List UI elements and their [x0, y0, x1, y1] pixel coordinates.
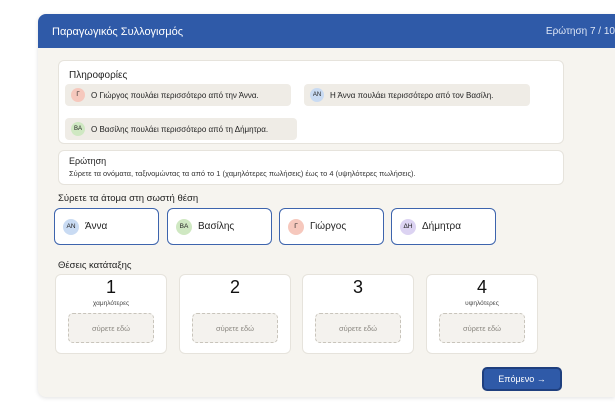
question-text: Σύρετε τα ονόματα, ταξινομώντας τα από τ…: [69, 169, 416, 178]
avatar: Γ: [71, 88, 85, 102]
person-name: Άννα: [85, 221, 108, 232]
info-heading: Πληροφορίες: [69, 70, 128, 81]
fact-text: Η Άννα πουλάει περισσότερο από τον Βασίλ…: [330, 90, 494, 100]
person-chip-giorgos[interactable]: Γ Γιώργος: [279, 208, 384, 245]
avatar: ΑΝ: [63, 218, 79, 235]
info-panel: Πληροφορίες Γ Ο Γιώργος πουλάει περισσότ…: [58, 60, 564, 144]
drop-zone[interactable]: σύρετε εδώ: [315, 313, 401, 343]
person-name: Γιώργος: [310, 221, 347, 232]
rank-slot-4: 4 υψηλότερες σύρετε εδώ: [426, 274, 538, 354]
avatar: ΒΑ: [71, 122, 85, 136]
quiz-card: Παραγωγικός Συλλογισμός Ερώτηση 7 / 10 Π…: [38, 14, 615, 397]
avatar: ΑΝ: [310, 88, 324, 102]
question-title: Ερώτηση: [69, 156, 107, 166]
person-chip-dimitra[interactable]: ΔΗ Δήμητρα: [391, 208, 496, 245]
avatar: ΔΗ: [400, 218, 416, 235]
avatar: ΒΑ: [176, 218, 192, 235]
header-bar: Παραγωγικός Συλλογισμός Ερώτηση 7 / 10: [38, 14, 615, 48]
question-progress: Ερώτηση 7 / 10: [545, 26, 615, 37]
fact-text: Ο Βασίλης πουλάει περισσότερο από τη Δήμ…: [91, 124, 269, 134]
next-button[interactable]: Επόμενο →: [482, 367, 562, 391]
rank-slot-2: 2 σύρετε εδώ: [179, 274, 291, 354]
rank-number: 4: [476, 277, 487, 297]
fact-text: Ο Γιώργος πουλάει περισσότερο από την Άν…: [91, 90, 259, 100]
ranking-title: Θέσεις κατάταξης: [58, 260, 132, 271]
avatar: Γ: [288, 218, 304, 235]
person-chip-vasilis[interactable]: ΒΑ Βασίλης: [167, 208, 272, 245]
rank-subtitle: χαμηλότερες: [92, 300, 130, 307]
drop-zone[interactable]: σύρετε εδώ: [192, 313, 278, 343]
rank-slot-1: 1 χαμηλότερες σύρετε εδώ: [55, 274, 167, 354]
fact-item: ΑΝ Η Άννα πουλάει περισσότερο από τον Βα…: [304, 84, 530, 106]
fact-item: Γ Ο Γιώργος πουλάει περισσότερο από την …: [65, 84, 291, 106]
rank-slot-3: 3 σύρετε εδώ: [302, 274, 414, 354]
fact-item: ΒΑ Ο Βασίλης πουλάει περισσότερο από τη …: [65, 118, 297, 140]
person-name: Δήμητρα: [422, 221, 461, 232]
person-name: Βασίλης: [198, 221, 235, 232]
rank-number: 3: [352, 277, 363, 297]
rank-number: 2: [229, 277, 240, 297]
page-title: Παραγωγικός Συλλογισμός: [52, 26, 184, 38]
drag-instruction: Σύρετε τα άτομα στη σωστή θέση: [58, 193, 199, 204]
question-panel: Ερώτηση Σύρετε τα ονόματα, ταξινομώντας …: [58, 150, 564, 185]
rank-subtitle: υψηλότερες: [465, 300, 499, 307]
drop-zone[interactable]: σύρετε εδώ: [439, 313, 525, 343]
drop-zone[interactable]: σύρετε εδώ: [68, 313, 154, 343]
person-chip-anna[interactable]: ΑΝ Άννα: [54, 208, 159, 245]
rank-number: 1: [105, 277, 116, 297]
